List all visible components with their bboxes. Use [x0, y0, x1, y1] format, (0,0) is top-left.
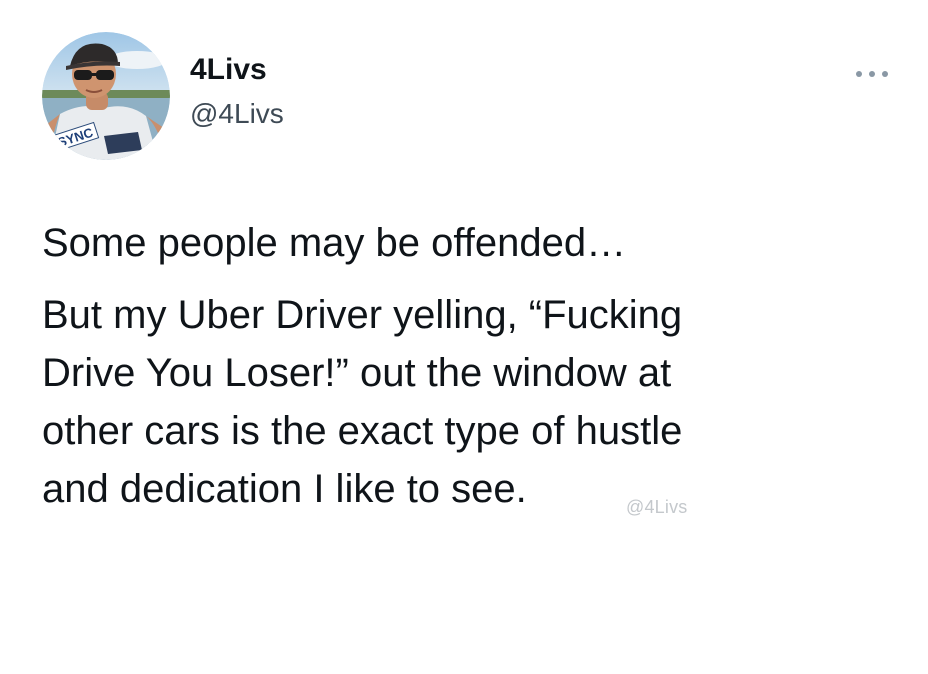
author-block: 4Livs @4Livs [190, 52, 284, 132]
display-name[interactable]: 4Livs [190, 52, 284, 88]
tweet-paragraph-2: But my Uber Driver yelling, “Fucking Dri… [42, 293, 683, 511]
tweet-text: Some people may be offended… But my Uber… [42, 214, 902, 518]
tweet-paragraph-1: Some people may be offended… [42, 221, 627, 265]
avatar-photo: SYNC [42, 32, 170, 160]
more-horizontal-icon[interactable] [856, 66, 888, 82]
watermark: @4Livs [626, 497, 688, 517]
avatar[interactable]: SYNC [42, 32, 170, 160]
dot [869, 71, 875, 77]
tweet-card: SYNC 4Livs @4Livs Some people may be off… [0, 0, 928, 674]
user-handle[interactable]: @4Livs [190, 96, 284, 132]
dot [882, 71, 888, 77]
dot [856, 71, 862, 77]
